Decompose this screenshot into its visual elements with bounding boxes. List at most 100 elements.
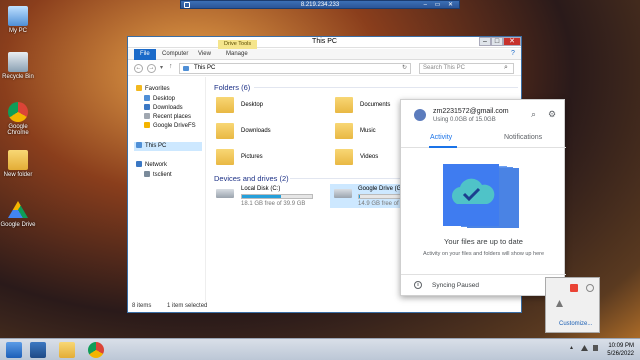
desktop-icon-new-folder[interactable]: New folder — [0, 150, 36, 178]
chrome-icon[interactable] — [88, 342, 104, 358]
computer-icon — [136, 142, 142, 148]
folder-label: Videos — [360, 154, 379, 160]
search-input[interactable]: Search This PC — [419, 63, 514, 74]
panel-tabs: Activity Notifications — [401, 132, 566, 148]
computer-icon — [8, 6, 28, 26]
tab-activity[interactable]: Activity — [430, 134, 452, 141]
clock[interactable]: 10:09 PM 5/26/2022 — [607, 342, 634, 358]
desktop-icon-chrome[interactable]: Google Chrome — [0, 102, 36, 136]
tab-manage[interactable]: Manage — [220, 49, 254, 60]
desktop-icon-my-pc[interactable]: My PC — [0, 6, 36, 34]
forward-icon[interactable]: → — [147, 64, 156, 73]
google-drive-icon — [144, 122, 150, 128]
nav-label: Downloads — [153, 105, 183, 111]
ribbon-tabs: File Computer View Drive Tools Manage ? — [128, 40, 521, 60]
tab-notifications[interactable]: Notifications — [504, 134, 542, 141]
synced-files-illustration — [443, 164, 519, 228]
sync-status-label: Syncing Paused — [432, 282, 479, 289]
active-tab-indicator — [429, 146, 457, 148]
hard-drive-icon — [216, 189, 234, 198]
customize-link[interactable]: Customize... — [559, 321, 592, 327]
address-row: ← → ▾ ↑ This PC ↻ Search This PC ⌕ — [128, 61, 521, 76]
search-icon[interactable]: ⌕ — [531, 109, 536, 120]
folder-label: Documents — [360, 102, 391, 108]
google-drive-tray-icon[interactable] — [570, 284, 578, 292]
computer-icon — [144, 171, 150, 177]
nav-item-recent-places[interactable]: Recent places — [144, 113, 191, 120]
nav-label: This PC — [145, 143, 167, 149]
close-button[interactable]: ✕ — [503, 37, 521, 46]
avatar[interactable] — [414, 109, 426, 121]
folder-icon — [335, 123, 353, 139]
start-button[interactable] — [6, 342, 22, 358]
address-bar[interactable]: This PC ↻ — [179, 63, 411, 74]
search-icon[interactable]: ⌕ — [504, 64, 508, 72]
tab-view[interactable]: View — [192, 49, 217, 60]
desktop-icon-label: Google Chrome — [7, 124, 29, 136]
status-headline: Your files are up to date — [444, 237, 523, 246]
status-selected-count: 1 item selected — [167, 303, 208, 309]
tab-file[interactable]: File — [134, 49, 156, 60]
sync-footer[interactable]: ॥ Syncing Paused — [401, 274, 566, 296]
minimize-button[interactable]: – — [479, 37, 491, 46]
folder-icon — [335, 97, 353, 113]
folder-label: Music — [360, 128, 376, 134]
tab-computer[interactable]: Computer — [156, 49, 194, 60]
remote-connection-bar: 8.219.234.233 – ▭ ✕ — [180, 0, 460, 9]
nav-label: Favorites — [145, 86, 170, 92]
nav-label: Recent places — [153, 114, 192, 120]
desktop-icon-label: Google Drive — [0, 222, 36, 228]
remote-window-controls[interactable]: – ▭ ✕ — [424, 1, 456, 9]
refresh-icon[interactable]: ↻ — [402, 64, 407, 73]
show-hidden-icons-icon[interactable]: ▴ — [570, 344, 573, 351]
group-divider — [254, 87, 518, 88]
network-icon[interactable] — [556, 300, 563, 307]
chevron-down-icon[interactable]: ▾ — [160, 64, 163, 71]
nav-network[interactable]: Network — [136, 161, 167, 168]
drive-local-disk-c[interactable]: Local Disk (C:) 18.1 GB free of 39.9 GB — [216, 186, 328, 208]
drive-usage-bar — [241, 194, 313, 199]
folders-group-header[interactable]: Folders (6) — [214, 83, 250, 92]
remote-host-label: 8.219.234.233 — [300, 2, 340, 8]
server-manager-icon[interactable] — [30, 342, 46, 358]
desktop-icon-label: New folder — [3, 172, 33, 178]
nav-item-desktop[interactable]: Desktop — [144, 95, 175, 102]
desktop-icon-recycle-bin[interactable]: Recycle Bin — [0, 52, 36, 80]
drives-group-header[interactable]: Devices and drives (2) — [214, 174, 289, 183]
folder-label: Desktop — [241, 102, 264, 108]
folder-icon — [216, 97, 234, 113]
gear-icon[interactable]: ⚙ — [548, 109, 556, 120]
back-icon[interactable]: ← — [134, 64, 143, 73]
status-subtext: Activity on your files and folders will … — [422, 251, 545, 257]
nav-item-downloads[interactable]: Downloads — [144, 104, 183, 111]
clock-date: 5/26/2022 — [607, 351, 634, 357]
folder-label: Pictures — [241, 154, 263, 160]
up-arrow-icon[interactable]: ↑ — [169, 63, 173, 70]
hard-drive-icon — [334, 189, 352, 198]
recent-icon — [144, 113, 150, 119]
drive-label: Local Disk (C:) — [241, 186, 281, 192]
nav-favorites[interactable]: Favorites — [136, 85, 170, 92]
account-email: zm2231572@gmail.com — [433, 108, 509, 115]
nav-item-google-drivefs[interactable]: Google DriveFS — [144, 122, 196, 129]
desktop-icon-google-drive[interactable]: Google Drive — [0, 200, 36, 228]
google-drive-icon — [8, 201, 28, 218]
desktop-icon-label: Recycle Bin — [2, 74, 34, 80]
network-icon[interactable] — [581, 345, 588, 351]
status-bar: 8 items 1 item selected — [132, 303, 207, 309]
folder-label: Downloads — [241, 128, 271, 134]
computer-icon — [183, 66, 189, 71]
drive-free-text: 18.1 GB free of 39.9 GB — [241, 201, 306, 207]
file-explorer-icon[interactable] — [59, 342, 75, 358]
volume-icon[interactable] — [593, 345, 598, 351]
user-icon[interactable] — [586, 284, 594, 292]
pin-icon[interactable] — [184, 2, 190, 8]
google-drive-panel: zm2231572@gmail.com Using 0.0GB of 15.0G… — [400, 99, 566, 296]
nav-label: Google DriveFS — [153, 123, 196, 129]
nav-item-tsclient[interactable]: tsclient — [144, 171, 172, 178]
download-icon — [144, 104, 150, 110]
help-icon[interactable]: ? — [511, 50, 515, 57]
star-icon — [136, 85, 142, 91]
maximize-button[interactable]: □ — [491, 37, 503, 46]
nav-this-pc[interactable]: This PC — [134, 142, 202, 151]
